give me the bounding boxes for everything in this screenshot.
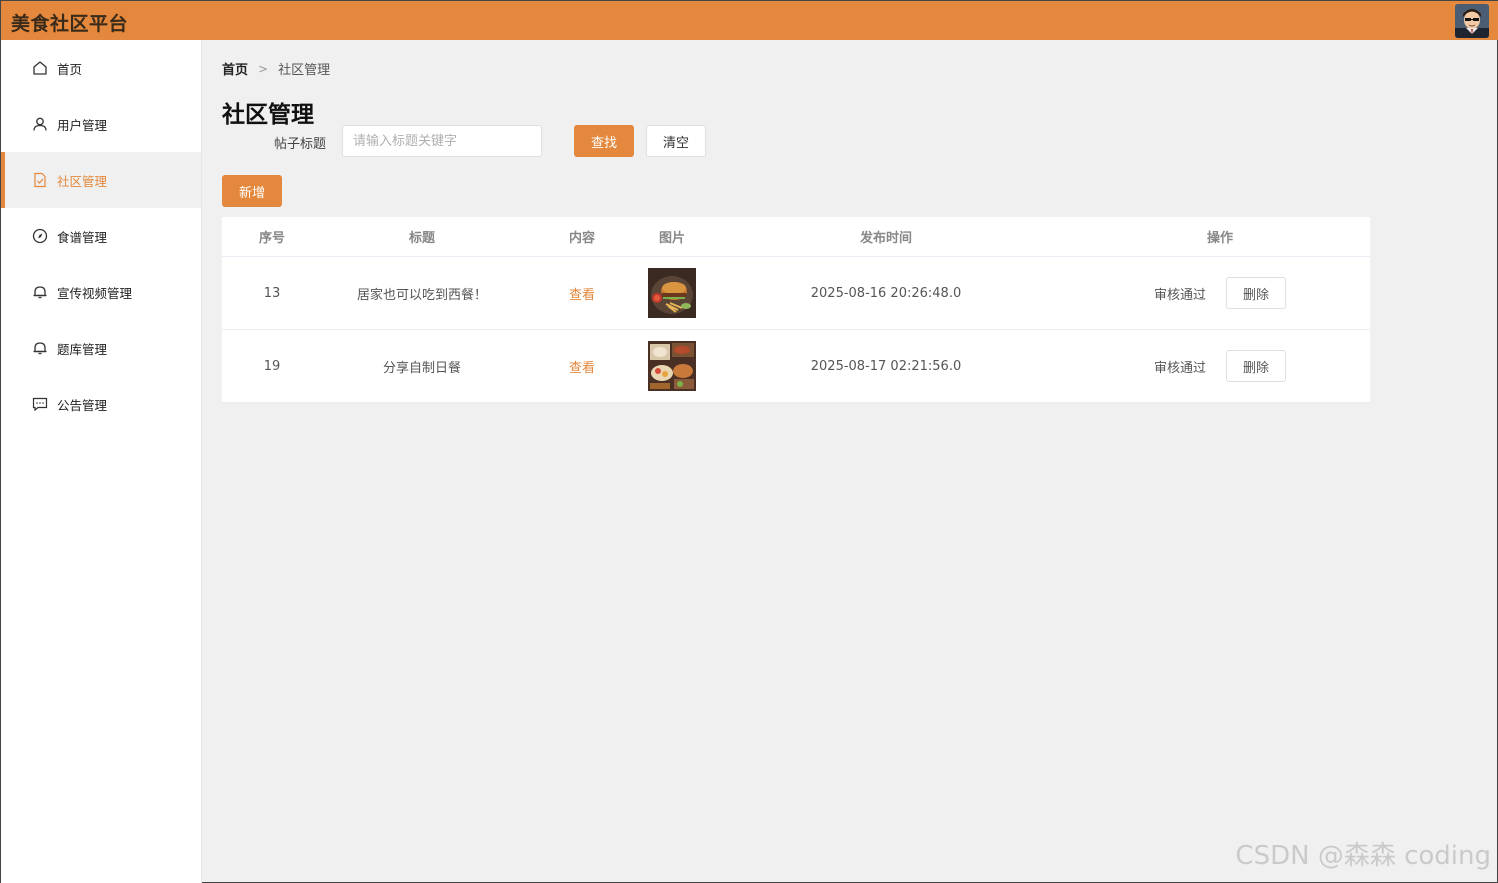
home-icon — [31, 59, 49, 77]
sidebar-item-label: 社区管理 — [57, 173, 108, 189]
breadcrumb-current: 社区管理 — [278, 63, 331, 78]
column-header-title: 标题 — [408, 231, 435, 246]
find-button[interactable]: 查找 — [574, 125, 634, 157]
cell-id: 13 — [263, 285, 281, 301]
table-row: 19 分享自制日餐 查看 2025-08-17 02:21:56.0 审核通过 … — [222, 330, 1370, 403]
cell-image — [642, 268, 702, 318]
sidebar-item-label: 宣传视频管理 — [57, 285, 133, 301]
bell-icon — [31, 283, 49, 301]
column-header-time: 发布时间 — [859, 231, 912, 246]
delete-button[interactable]: 删除 — [1226, 350, 1286, 382]
compass-icon — [31, 227, 49, 245]
delete-button[interactable]: 删除 — [1226, 277, 1286, 309]
cell-title: 居家也可以吃到西餐！ — [356, 287, 487, 303]
sidebar-item-question-bank[interactable]: 题库管理 — [1, 320, 201, 376]
column-header-image: 图片 — [658, 231, 685, 246]
posts-table: 序号 标题 内容 图片 发布时间 操作 13 居家也可以吃到西餐！ 查看 202… — [222, 217, 1370, 403]
app-title: 美食社区平台 — [11, 13, 129, 35]
sidebar-item-label: 题库管理 — [57, 341, 108, 357]
sidebar-item-announcements[interactable]: 公告管理 — [1, 376, 201, 432]
breadcrumb-home[interactable]: 首页 — [222, 59, 248, 78]
burger-plate-photo[interactable] — [648, 268, 696, 318]
sidebar: 首页 用户管理 社区管理 食谱管理 宣传视频管理 题库管理 公告管理 — [1, 40, 202, 883]
search-label: 帖子标题 — [274, 137, 327, 152]
cell-ops: 审核通过 删除 — [1070, 277, 1370, 309]
japanese-dishes-photo[interactable] — [648, 341, 696, 391]
chat-icon — [31, 395, 49, 413]
cell-ops: 审核通过 删除 — [1070, 350, 1370, 382]
cell-id: 19 — [263, 358, 281, 374]
column-header-ops: 操作 — [1206, 231, 1233, 246]
sidebar-item-promo-videos[interactable]: 宣传视频管理 — [1, 264, 201, 320]
bell-icon — [31, 339, 49, 357]
cell-time: 2025-08-17 02:21:56.0 — [810, 358, 962, 374]
approve-link[interactable]: 审核通过 — [1154, 284, 1206, 303]
user-avatar[interactable] — [1455, 4, 1489, 38]
sidebar-item-label: 食谱管理 — [57, 229, 108, 245]
view-content-link[interactable]: 查看 — [522, 284, 642, 303]
sidebar-item-community[interactable]: 社区管理 — [1, 152, 201, 208]
sidebar-item-label: 用户管理 — [57, 117, 108, 133]
table-header: 序号 标题 内容 图片 发布时间 操作 — [222, 217, 1370, 257]
top-bar: 美食社区平台 — [1, 1, 1498, 40]
cell-time: 2025-08-16 20:26:48.0 — [810, 285, 962, 301]
sidebar-item-users[interactable]: 用户管理 — [1, 96, 201, 152]
approve-link[interactable]: 审核通过 — [1154, 357, 1206, 376]
sidebar-item-recipes[interactable]: 食谱管理 — [1, 208, 201, 264]
cell-image — [642, 341, 702, 391]
sidebar-item-label: 首页 — [57, 61, 83, 77]
chevron-right-icon: > — [258, 61, 269, 76]
watermark: CSDN @森森 coding — [1235, 841, 1491, 871]
document-check-icon — [31, 171, 49, 189]
sidebar-item-label: 公告管理 — [57, 397, 108, 413]
table-row: 13 居家也可以吃到西餐！ 查看 2025-08-16 20:26:48.0 审… — [222, 257, 1370, 330]
clear-button[interactable]: 清空 — [646, 125, 706, 157]
column-header-content: 内容 — [568, 231, 595, 246]
main-content: 首页 > 社区管理 社区管理 帖子标题 查找 清空 新增 序号 标题 内容 图片… — [202, 40, 1497, 882]
page-title: 社区管理 — [222, 102, 314, 128]
search-input[interactable] — [342, 125, 542, 157]
sidebar-item-home[interactable]: 首页 — [1, 40, 201, 96]
add-button[interactable]: 新增 — [222, 175, 282, 207]
user-icon — [31, 115, 49, 133]
breadcrumb: 首页 > 社区管理 — [222, 59, 331, 79]
view-content-link[interactable]: 查看 — [522, 357, 642, 376]
cell-title: 分享自制日餐 — [382, 360, 461, 376]
column-header-id: 序号 — [258, 231, 285, 246]
